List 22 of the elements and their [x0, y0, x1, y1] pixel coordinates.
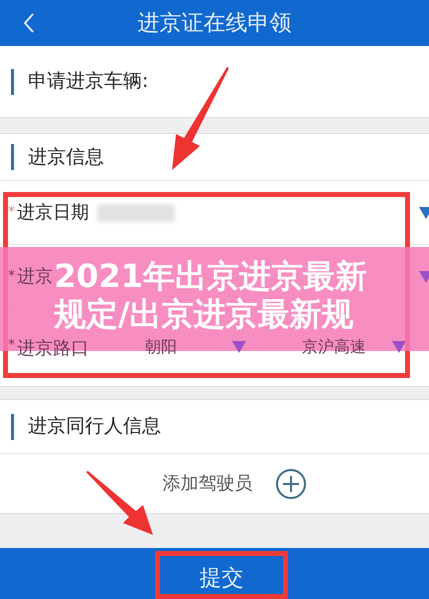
add-driver-row[interactable]: 添加驾驶员 [0, 453, 429, 513]
field-label: 进京 [17, 265, 53, 289]
section-heading: 进京同行人信息 [28, 414, 161, 440]
plus-circle-icon[interactable] [274, 468, 306, 500]
section-heading: 申请进京车辆: [28, 69, 148, 94]
required-asterisk: * [8, 336, 15, 355]
field-label: 进京日期 [17, 201, 89, 225]
dropdown-triangle-icon[interactable] [419, 207, 429, 219]
select-value[interactable]: 朝阳 [145, 335, 177, 359]
screen-title: 进京证在线申领 [138, 10, 292, 38]
dropdown-triangle-icon[interactable] [392, 341, 406, 353]
submit-button[interactable]: 提交 [155, 551, 288, 599]
dropdown-triangle-icon[interactable] [232, 341, 246, 353]
required-asterisk: * [8, 267, 15, 286]
banner-title-line: 2021年出京进京最新 [54, 257, 368, 295]
select-value[interactable]: 京沪高速 [302, 335, 366, 359]
back-icon[interactable] [23, 13, 35, 33]
banner-title-line: 规定/出京进京最新规 [54, 295, 354, 333]
section-heading: 进京信息 [28, 144, 104, 170]
arrow-icon [170, 66, 232, 172]
required-asterisk: * [8, 203, 15, 222]
arrow-icon [85, 471, 155, 537]
